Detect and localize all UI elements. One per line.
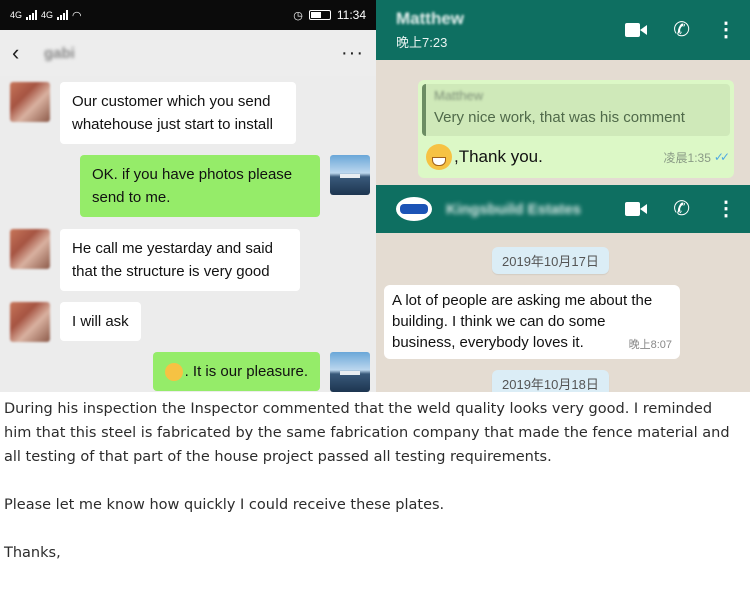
message-time: 凌晨1:35 [663,150,711,165]
grin-emoji-icon [426,144,452,170]
avatar[interactable] [10,82,50,122]
message-time: 晚上8:07 [628,339,672,351]
smile-emoji-icon [164,362,183,381]
wechat-panel: 4G 4G ◠ ◷ 11:34 ‹ gabi ··· Our customer … [0,0,376,392]
contact-name[interactable]: Kingsbuild Estates [446,201,581,218]
message-row: OK. if you have photos please send to me… [80,155,370,217]
email-paragraph: During his inspection the Inspector comm… [4,401,730,465]
chat-header: Kingsbuild Estates ✆ ⋮ [376,185,750,233]
wifi-icon: ◠ [72,9,82,22]
incoming-message: A lot of people are asking me about the … [384,285,680,359]
carrier-label-2: 4G [41,10,54,20]
email-closing: Thanks, [4,545,61,561]
last-seen: 晚上7:23 [396,35,448,50]
menu-icon[interactable]: ⋮ [716,20,736,40]
avatar[interactable] [330,352,370,392]
outgoing-message: Matthew Very nice work, that was his com… [418,80,734,178]
date-separator: 2019年10月17日 [492,247,609,274]
avatar[interactable] [10,229,50,269]
date-separator: 2019年10月18日 [492,370,609,392]
chat-title-bar: ‹ gabi ··· [0,30,376,76]
email-body: During his inspection the Inspector comm… [0,392,750,600]
signal-indicators: 4G 4G ◠ [10,9,82,22]
message-text: A lot of people are asking me about the … [392,292,653,351]
incoming-message: I will ask [60,302,141,341]
quoted-name: Matthew [434,88,484,103]
message-row: I will ask [10,302,141,342]
contact-logo[interactable] [396,197,432,221]
menu-icon[interactable]: ⋮ [716,199,736,219]
signal-icon [57,10,69,20]
video-call-icon[interactable] [625,202,648,216]
phone-call-icon[interactable]: ✆ [673,199,690,219]
reply-text: ,Thank you. [454,147,543,166]
phone-status-bar: 4G 4G ◠ ◷ 11:34 [0,0,376,30]
outgoing-message: OK. if you have photos please send to me… [80,155,320,217]
incoming-message: Our customer which you send whatehouse j… [60,82,296,144]
outgoing-message: . It is our pleasure. [152,352,320,391]
contact-name: gabi [44,44,75,62]
message-row: . It is our pleasure. [152,352,370,392]
quoted-text: Very nice work, that was his comment [434,109,685,126]
signal-icon [26,10,38,20]
message-row: Our customer which you send whatehouse j… [10,82,296,144]
read-ticks-icon: ✓✓ [713,150,730,164]
message-text: . It is our pleasure. [184,363,308,380]
contact-name[interactable]: Matthew [396,9,464,29]
whatsapp-panel: Matthew 晚上7:23 ✆ ⋮ Matthew Very nice wor… [376,0,750,392]
avatar[interactable] [10,302,50,342]
carrier-label-1: 4G [10,10,23,20]
incoming-message: He call me yestarday and said that the s… [60,229,300,291]
back-arrow-icon[interactable]: ‹ [12,40,32,66]
alarm-icon: ◷ [293,9,303,22]
quoted-message[interactable]: Matthew Very nice work, that was his com… [422,84,730,136]
video-call-icon[interactable] [625,23,648,37]
battery-icon [308,10,331,20]
message-row: He call me yestarday and said that the s… [10,229,300,291]
avatar[interactable] [330,155,370,195]
email-paragraph: Please let me know how quickly I could r… [4,497,445,513]
chat-header: Matthew 晚上7:23 ✆ ⋮ [376,0,750,60]
phone-call-icon[interactable]: ✆ [673,20,690,40]
status-time: 11:34 [336,8,366,22]
more-options-icon[interactable]: ··· [341,42,364,65]
